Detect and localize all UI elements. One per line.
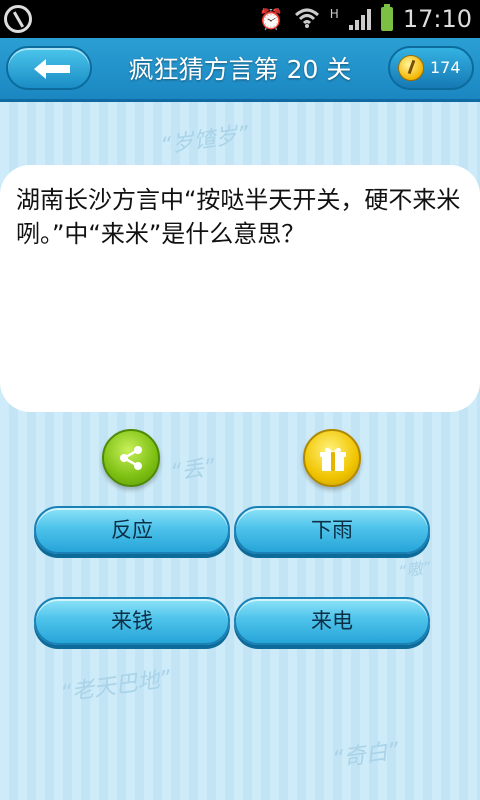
question-text: 湖南长沙方言中“按哒半天开关，硬不来米咧。”中“来米”是什么意思？ — [16, 186, 461, 248]
gift-icon — [320, 447, 346, 471]
question-card: 湖南长沙方言中“按哒半天开关，硬不来米咧。”中“来米”是什么意思？ — [0, 165, 480, 412]
status-bar: ⏰ H 17:10 — [0, 0, 480, 38]
back-arrow-icon — [34, 59, 70, 79]
battery-icon — [380, 4, 393, 31]
page-title: 疯狂猜方言第 20 关 — [128, 55, 352, 84]
bg-decoration-text: “岁馇岁” — [159, 121, 251, 160]
bg-decoration-text: “老天巴地” — [59, 666, 173, 707]
coin-icon — [398, 55, 424, 81]
bg-decoration-text: “丢” — [168, 454, 217, 486]
coin-balance-button[interactable]: 174 — [388, 46, 474, 90]
wifi-icon — [294, 7, 320, 32]
bg-decoration-text: “奇白” — [330, 738, 401, 773]
signal-icon — [348, 8, 371, 30]
title-bar: 疯狂猜方言第 20 关 174 — [0, 38, 480, 102]
coin-count: 174 — [430, 58, 461, 77]
debug-icon — [4, 5, 32, 33]
gift-button[interactable] — [303, 429, 361, 487]
answer-option-2[interactable]: 下雨 — [234, 506, 430, 554]
status-time: 17:10 — [402, 5, 472, 33]
share-icon — [120, 446, 142, 470]
alarm-icon: ⏰ — [258, 7, 284, 31]
share-button[interactable] — [102, 429, 160, 487]
back-button[interactable] — [6, 46, 92, 90]
answer-option-1[interactable]: 反应 — [34, 506, 230, 554]
network-type-label: H — [329, 7, 339, 21]
answer-option-3[interactable]: 来钱 — [34, 597, 230, 645]
bg-decoration-text: “嗷” — [397, 557, 432, 582]
answer-option-4[interactable]: 来电 — [234, 597, 430, 645]
